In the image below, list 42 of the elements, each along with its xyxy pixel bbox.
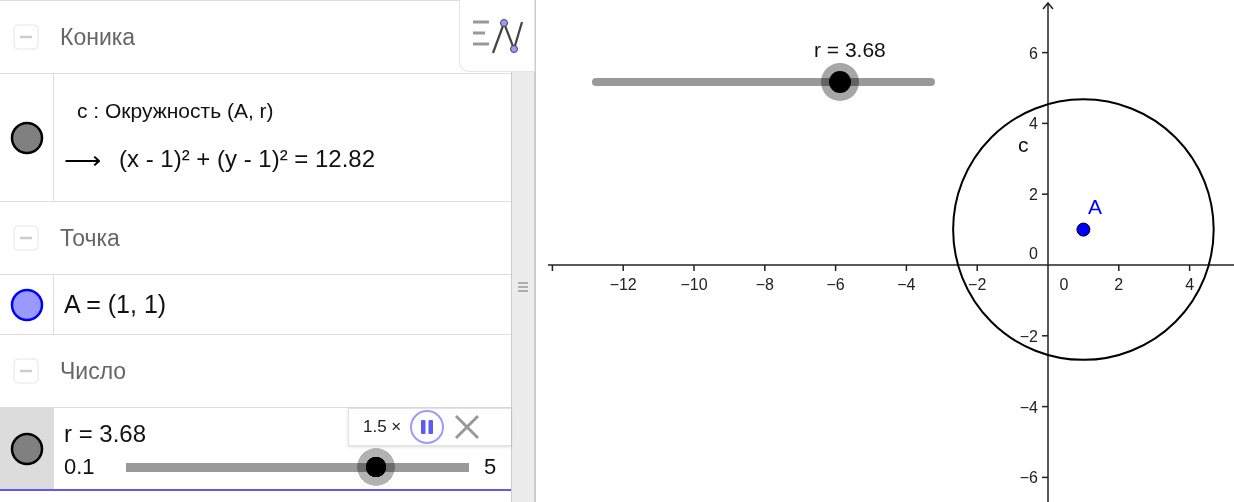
visibility-toggle[interactable] bbox=[9, 287, 44, 322]
circle-label: c bbox=[1018, 133, 1029, 156]
slider-thumb[interactable] bbox=[357, 447, 396, 486]
point-label: A bbox=[1088, 195, 1102, 218]
group-label: Число bbox=[60, 357, 127, 385]
x-tick-label: 4 bbox=[1185, 276, 1195, 293]
point-definition: A = (1, 1) bbox=[64, 290, 167, 319]
point[interactable] bbox=[1076, 222, 1091, 237]
group-label: Коника bbox=[60, 23, 136, 51]
x-tick-label: 0 bbox=[1059, 276, 1069, 293]
y-tick-label: 6 bbox=[1029, 44, 1038, 62]
x-tick-label: −10 bbox=[680, 276, 708, 293]
close-icon[interactable] bbox=[453, 413, 482, 441]
slider-track[interactable] bbox=[592, 78, 935, 86]
x-tick-label: 2 bbox=[1114, 276, 1124, 293]
graphics-canvas[interactable]: −12 −10 −8 −6 −4 −2 0 2 4 6 4 2 0 −2 −4 −6 c A r = 3.68 bbox=[535, 0, 1234, 502]
y-tick-label: −6 bbox=[1019, 469, 1038, 487]
speed-button[interactable]: 1.5 × bbox=[363, 417, 402, 437]
view-toggle-button[interactable] bbox=[459, 0, 535, 72]
y-tick-label: 2 bbox=[1029, 186, 1038, 204]
definition-text: c : Окружность (A, r) bbox=[76, 99, 274, 123]
pause-icon[interactable] bbox=[409, 409, 446, 445]
x-tick-label: −4 bbox=[897, 276, 916, 293]
x-tick-label: −12 bbox=[609, 276, 637, 293]
y-tick-label: −4 bbox=[1019, 398, 1038, 416]
arrow-symbol: ⟶ bbox=[64, 145, 101, 176]
y-tick-label: −2 bbox=[1019, 327, 1038, 345]
number-value: r = 3.68 bbox=[64, 419, 147, 448]
slider-thumb[interactable] bbox=[821, 63, 859, 101]
group-label: Точка bbox=[60, 224, 120, 252]
visibility-toggle[interactable] bbox=[9, 120, 44, 155]
x-tick-label: −2 bbox=[968, 276, 987, 293]
slider-min: 0.1 bbox=[64, 453, 96, 480]
equation-text: (x - 1)² + (y - 1)² = 12.82 bbox=[119, 145, 376, 173]
slider-label: r = 3.68 bbox=[814, 38, 886, 61]
visibility-toggle[interactable] bbox=[9, 431, 44, 466]
x-tick-label: −8 bbox=[755, 276, 774, 293]
y-tick-label: 4 bbox=[1029, 115, 1038, 133]
drag-handle-icon[interactable] bbox=[517, 281, 529, 293]
x-tick-label: −6 bbox=[826, 276, 845, 293]
y-tick-label: 0 bbox=[1029, 245, 1038, 262]
slider-max: 5 bbox=[482, 453, 498, 480]
